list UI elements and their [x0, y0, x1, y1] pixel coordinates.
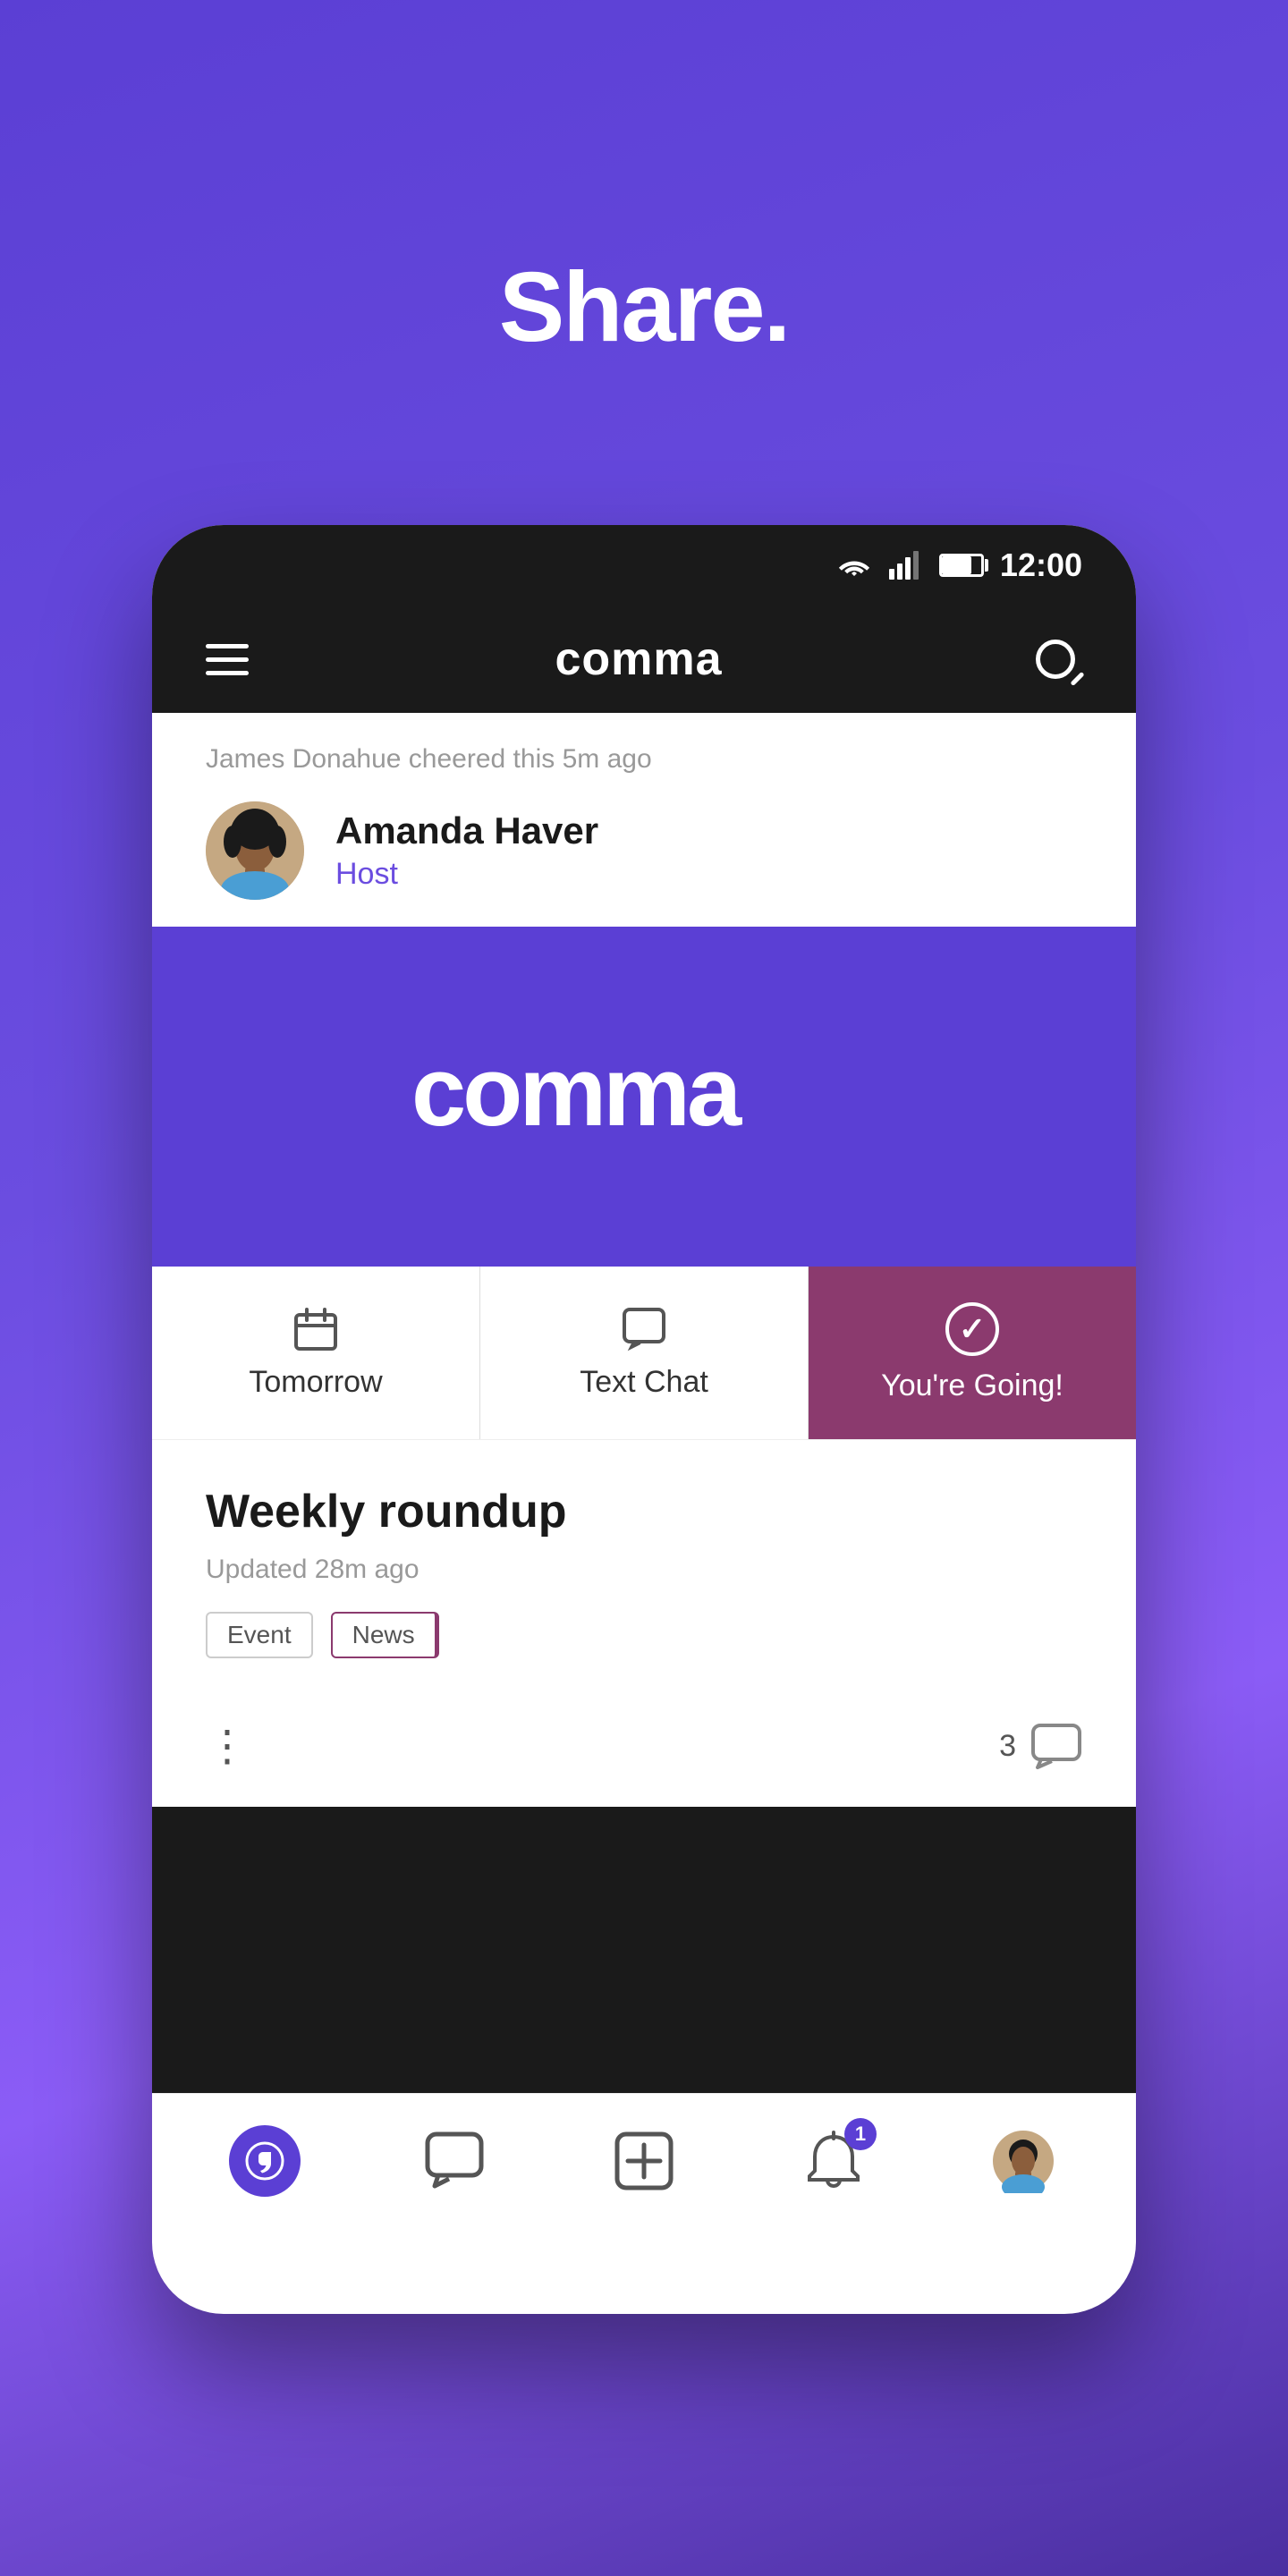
chat-icon	[621, 1306, 667, 1352]
hamburger-button[interactable]	[206, 644, 249, 675]
comment-count-wrapper: 3	[999, 1723, 1082, 1769]
app-header: comma	[152, 606, 1136, 713]
tag-news[interactable]: News	[331, 1612, 439, 1658]
page-background: Share.	[0, 0, 1288, 2576]
post-updated: Updated 28m ago	[206, 1555, 1082, 1585]
tab-text-chat-label: Text Chat	[580, 1365, 708, 1400]
avatar	[206, 801, 304, 900]
hamburger-line-3	[206, 671, 249, 675]
avatar-image	[206, 801, 304, 900]
signal-icon	[889, 551, 923, 580]
nav-icon-wrapper-chat	[419, 2125, 490, 2197]
status-bar: 12:00	[152, 525, 1136, 606]
svg-text:comma: comma	[411, 1037, 742, 1143]
comment-count-number: 3	[999, 1729, 1016, 1764]
tab-youre-going-label: You're Going!	[881, 1368, 1063, 1403]
wifi-icon	[835, 551, 873, 580]
notification-badge: 1	[844, 2118, 877, 2150]
more-options-button[interactable]: ⋮	[206, 1721, 247, 1771]
post-content: Weekly roundup Updated 28m ago Event New…	[152, 1440, 1136, 1721]
search-button[interactable]	[1029, 632, 1082, 686]
app-name: comma	[555, 632, 722, 686]
cheer-text: James Donahue cheered this 5m ago	[206, 744, 652, 774]
status-icons: 12:00	[835, 547, 1082, 584]
tag-event[interactable]: Event	[206, 1612, 313, 1658]
tab-youre-going[interactable]: ✓ You're Going!	[809, 1267, 1136, 1439]
check-mark: ✓	[959, 1310, 986, 1348]
nav-icon-wrapper-home	[229, 2125, 301, 2197]
tab-tomorrow-label: Tomorrow	[249, 1365, 382, 1400]
hamburger-line-1	[206, 644, 249, 648]
nav-item-notifications[interactable]: 1	[771, 2112, 896, 2210]
phone-mockup: 12:00 comma James Donahue cheered this 5…	[152, 525, 1136, 2314]
profile-avatar-icon	[991, 2129, 1055, 2193]
comma-logo-svg: comma	[411, 1027, 877, 1143]
cheer-notification: James Donahue cheered this 5m ago	[152, 713, 1136, 792]
battery-icon	[939, 554, 984, 577]
tab-tomorrow[interactable]: Tomorrow	[152, 1267, 480, 1439]
nav-icon-wrapper-bell: 1	[798, 2125, 869, 2197]
chat-nav-icon	[422, 2129, 487, 2193]
nav-item-home[interactable]	[202, 2112, 327, 2210]
comment-bubble-icon	[1030, 1723, 1082, 1769]
comma-nav-svg	[242, 2139, 287, 2183]
page-title: Share.	[499, 250, 789, 364]
comma-circle-icon	[229, 2125, 301, 2197]
banner-logo: comma	[411, 1027, 877, 1166]
dark-content-section	[152, 1807, 1136, 2093]
calendar-icon	[292, 1306, 339, 1352]
search-circle-icon	[1036, 640, 1075, 679]
app-banner: comma	[152, 927, 1136, 1267]
nav-item-chat[interactable]	[392, 2112, 517, 2210]
post-footer: ⋮ 3	[152, 1721, 1136, 1807]
nav-item-add[interactable]	[581, 2112, 707, 2210]
post-tags: Event News	[206, 1612, 1082, 1658]
tab-text-chat[interactable]: Text Chat	[480, 1267, 809, 1439]
user-info-row: Amanda Haver Host	[152, 792, 1136, 927]
status-time: 12:00	[1000, 547, 1082, 584]
action-tabs: Tomorrow Text Chat ✓ You're Going!	[152, 1267, 1136, 1440]
user-role: Host	[335, 857, 598, 892]
badge-count: 1	[855, 2123, 866, 2146]
nav-icon-wrapper-profile	[987, 2125, 1059, 2197]
plus-nav-icon	[612, 2129, 676, 2193]
check-circle-icon: ✓	[945, 1302, 999, 1356]
post-title: Weekly roundup	[206, 1485, 1082, 1538]
nav-icon-wrapper-add	[608, 2125, 680, 2197]
bottom-nav: 1	[152, 2093, 1136, 2227]
hamburger-line-2	[206, 657, 249, 662]
user-details: Amanda Haver Host	[335, 809, 598, 892]
content-area: James Donahue cheered this 5m ago	[152, 713, 1136, 1807]
user-name: Amanda Haver	[335, 809, 598, 852]
nav-item-profile[interactable]	[961, 2112, 1086, 2210]
